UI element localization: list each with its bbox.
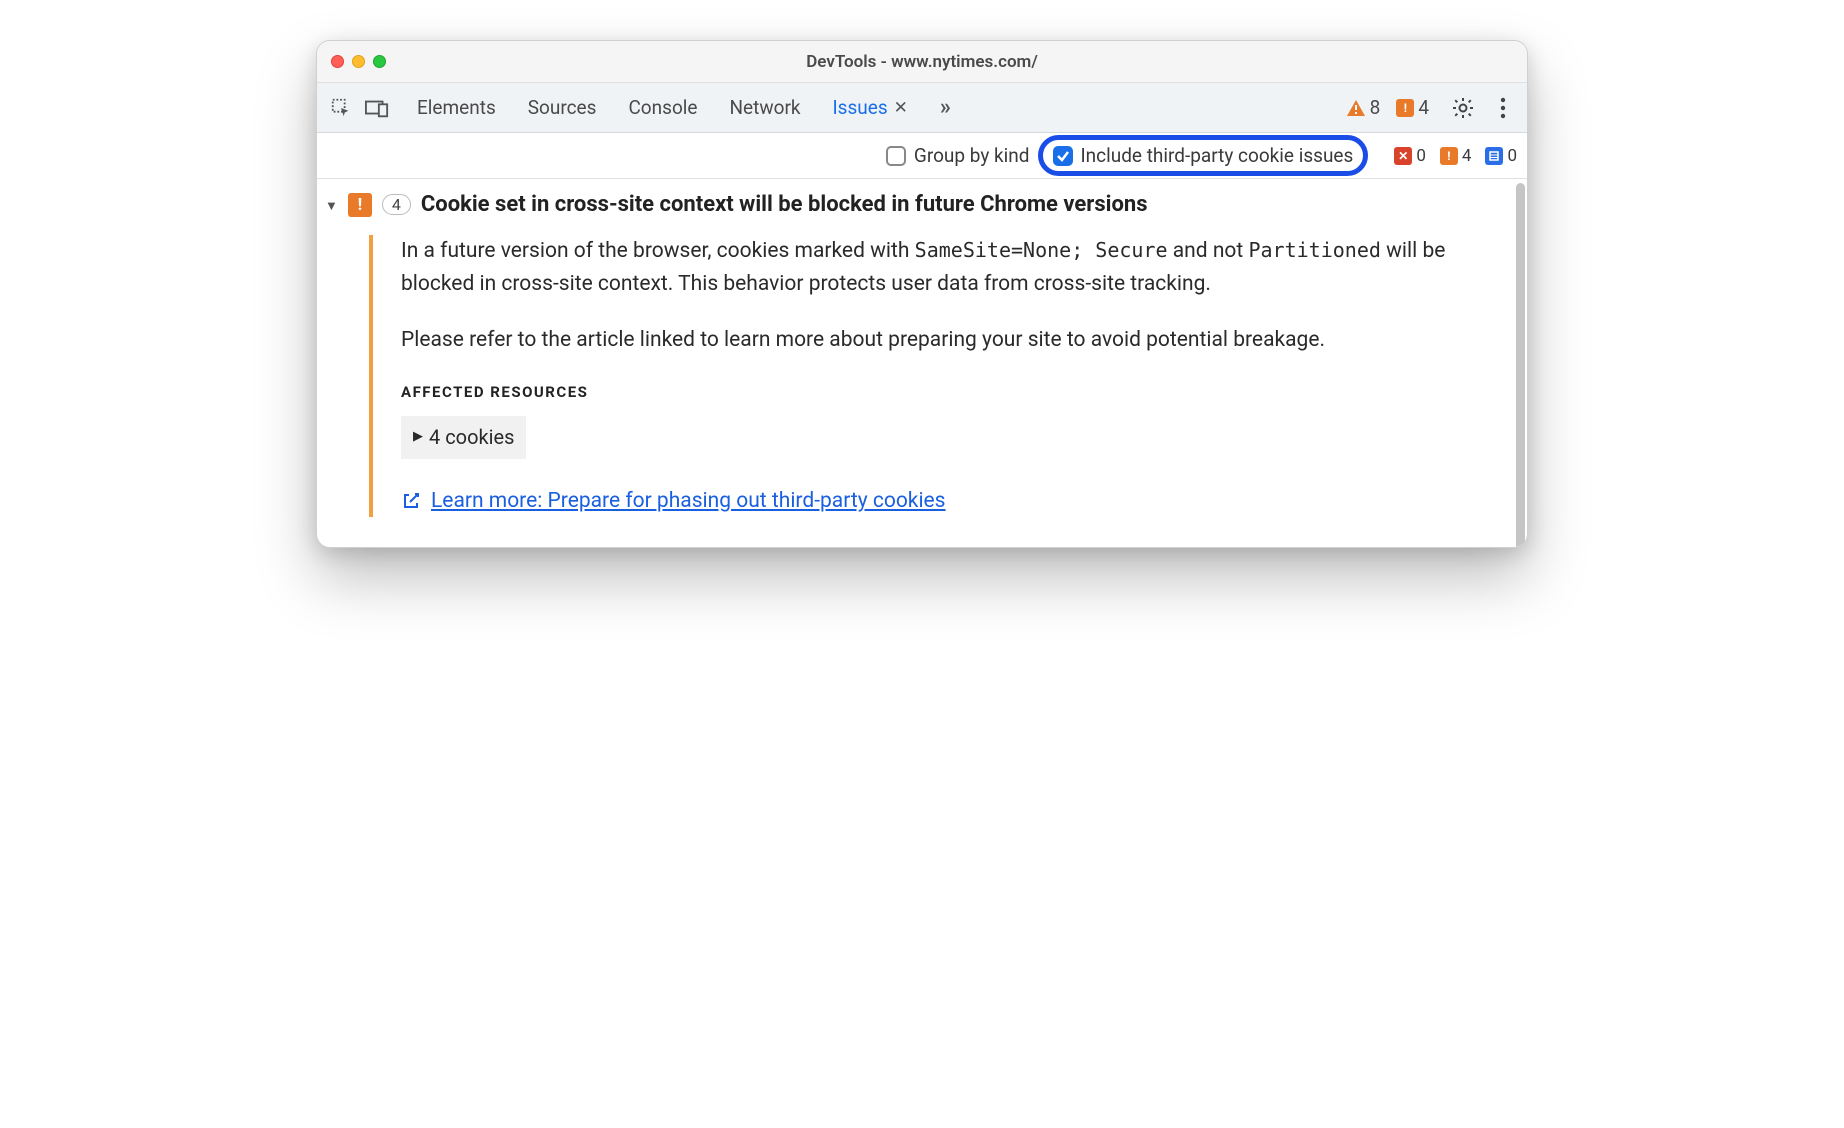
close-tab-icon[interactable]: ✕ [894,98,908,118]
issue-paragraph-1: In a future version of the browser, cook… [401,235,1487,300]
code-partitioned: Partitioned [1248,238,1380,262]
include-third-party-label: Include third-party cookie issues [1081,144,1354,167]
tab-elements[interactable]: Elements [417,95,496,120]
inspect-element-icon[interactable] [327,94,355,122]
code-samesite: SameSite=None; Secure [915,238,1168,262]
issue-paragraph-2: Please refer to the article linked to le… [401,324,1487,357]
device-toolbar-icon[interactable] [363,94,391,122]
red-issue-icon: ✕ [1394,147,1412,165]
warnings-badge[interactable]: 8 [1346,96,1381,119]
warning-triangle-icon [1346,99,1366,117]
traffic-lights [331,55,386,68]
toolbar-badges: 8 ! 4 [1346,96,1429,119]
tab-issues-label: Issues [833,96,888,119]
panel-tabs: Elements Sources Console Network Issues … [417,95,951,120]
errors-badge[interactable]: ! 4 [1396,96,1429,119]
group-by-kind-label: Group by kind [914,144,1030,167]
count-blue[interactable]: 0 [1485,146,1517,166]
learn-more-text: Learn more: Prepare for phasing out thir… [431,485,946,518]
issue-title[interactable]: Cookie set in cross-site context will be… [421,192,1148,217]
tab-console[interactable]: Console [628,95,697,120]
tab-sources[interactable]: Sources [528,95,597,120]
window-titlebar: DevTools - www.nytimes.com/ [317,41,1527,83]
issues-filter-bar: Group by kind Include third-party cookie… [317,133,1527,179]
issues-content: ▼ ! 4 Cookie set in cross-site context w… [317,179,1527,547]
affected-resources-heading: AFFECTED RESOURCES [401,381,1487,404]
expand-triangle-icon: ▶ [413,427,423,447]
warnings-count: 8 [1370,96,1381,119]
count-red[interactable]: ✕ 0 [1394,146,1426,166]
external-link-icon [401,491,421,511]
settings-gear-icon[interactable] [1449,94,1477,122]
minimize-window-button[interactable] [352,55,365,68]
blue-issue-icon [1485,147,1503,165]
highlighted-option: Include third-party cookie issues [1038,135,1369,176]
devtools-window: DevTools - www.nytimes.com/ Elements Sou… [316,40,1528,548]
tab-issues[interactable]: Issues ✕ [833,95,908,120]
window-title: DevTools - www.nytimes.com/ [317,52,1527,72]
learn-more-link[interactable]: Learn more: Prepare for phasing out thir… [401,485,1487,518]
issue-count-pill: 4 [382,194,411,215]
main-toolbar: Elements Sources Console Network Issues … [317,83,1527,133]
expand-caret-icon[interactable]: ▼ [325,198,338,214]
cookies-label: 4 cookies [429,422,514,453]
tab-network[interactable]: Network [729,95,800,120]
error-square-icon: ! [1396,99,1414,117]
include-third-party-checkbox[interactable]: Include third-party cookie issues [1053,144,1354,167]
close-window-button[interactable] [331,55,344,68]
more-options-icon[interactable] [1489,94,1517,122]
checkbox-checked-icon [1053,146,1073,166]
orange-issue-icon: ! [1440,147,1458,165]
group-by-kind-checkbox[interactable]: Group by kind [886,144,1030,167]
issue-body: In a future version of the browser, cook… [369,235,1527,517]
checkbox-unchecked-icon [886,146,906,166]
warning-issue-icon: ! [348,193,372,217]
vertical-scrollbar[interactable] [1516,183,1525,548]
more-tabs-icon[interactable]: » [940,95,951,120]
issue-header-row: ▼ ! 4 Cookie set in cross-site context w… [317,191,1527,217]
maximize-window-button[interactable] [373,55,386,68]
cookies-expand-row[interactable]: ▶ 4 cookies [401,416,526,459]
issue-counts: ✕ 0 ! 4 0 [1394,146,1517,166]
count-orange[interactable]: ! 4 [1440,146,1472,166]
errors-count: 4 [1418,96,1429,119]
